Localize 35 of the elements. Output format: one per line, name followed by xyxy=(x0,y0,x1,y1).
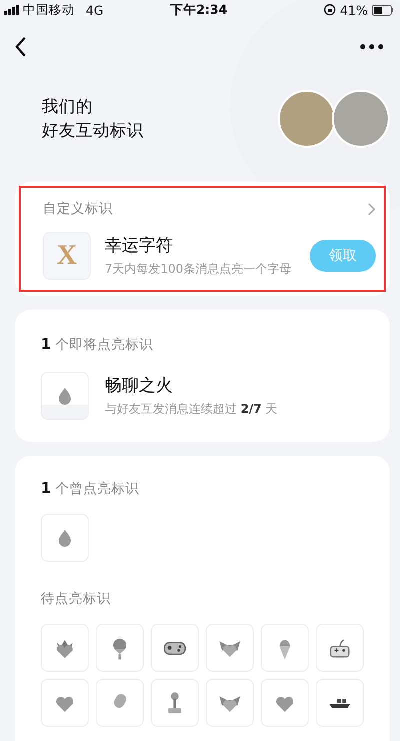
signal-icon xyxy=(4,5,20,15)
section-title: 自定义标识 xyxy=(43,200,113,218)
more-icon[interactable] xyxy=(360,44,384,50)
badge-tile[interactable] xyxy=(41,514,89,562)
battery-icon xyxy=(372,4,394,16)
badge-tile[interactable] xyxy=(41,679,89,727)
badge-tile[interactable] xyxy=(206,679,254,727)
section-title: 1 个即将点亮标识 xyxy=(41,336,154,354)
badge-tile[interactable] xyxy=(261,624,309,672)
badge-name: 幸运字符 xyxy=(105,235,174,257)
battery-percent: 41% xyxy=(340,2,368,18)
badge-tile[interactable] xyxy=(96,679,144,727)
network-type: 4G xyxy=(86,2,104,18)
badge-tile[interactable] xyxy=(96,624,144,672)
badge-tile[interactable] xyxy=(41,624,89,672)
section-title: 待点亮标识 xyxy=(41,590,112,608)
rotation-lock-icon xyxy=(324,4,336,16)
badge-tile[interactable] xyxy=(151,624,199,672)
page-title: 我们的 好友互动标识 xyxy=(42,96,144,142)
badge-tile[interactable] xyxy=(151,679,199,727)
badge-name: 畅聊之火 xyxy=(105,375,174,397)
badge-letter: X xyxy=(56,240,78,272)
badge-tile[interactable] xyxy=(41,372,89,420)
badge-tile[interactable] xyxy=(206,624,254,672)
section-title: 1 个曾点亮标识 xyxy=(41,480,140,498)
back-icon[interactable] xyxy=(14,36,28,58)
claim-button[interactable]: 领取 xyxy=(310,240,376,272)
chevron-right-icon[interactable] xyxy=(368,202,376,216)
badge-tile[interactable] xyxy=(316,679,364,727)
clock-time: 下午2:34 xyxy=(170,2,228,16)
badge-tile[interactable] xyxy=(261,679,309,727)
badge-description: 与好友互发消息连续超过 2/7 天 xyxy=(105,401,278,418)
badge-tile[interactable] xyxy=(316,624,364,672)
carrier-name: 中国移动 xyxy=(23,2,75,18)
badge-description: 7天内每发100条消息点亮一个字母 xyxy=(105,261,292,278)
